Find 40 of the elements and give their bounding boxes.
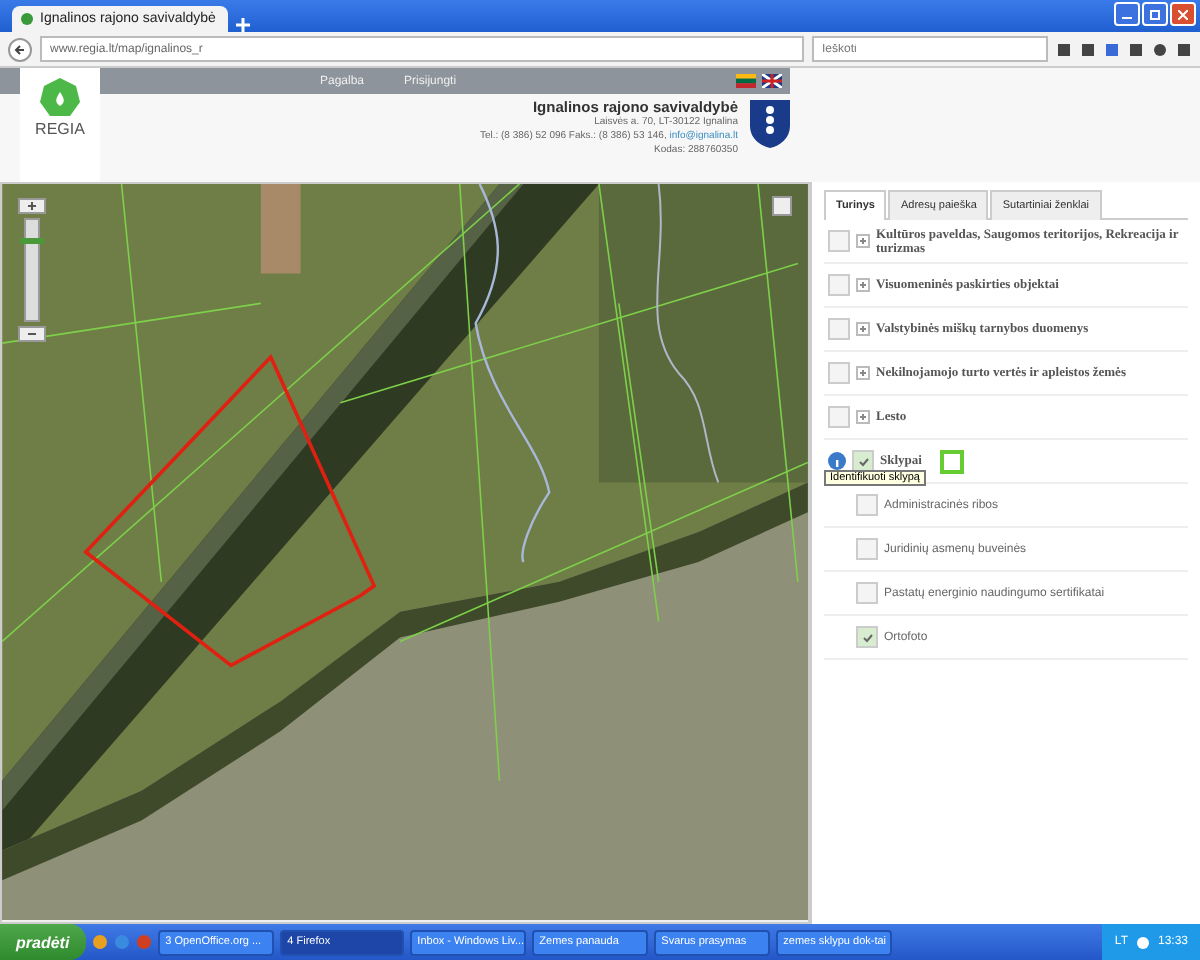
zoom-slider[interactable] [24,218,40,322]
restore-button[interactable] [1142,2,1168,26]
logo-icon [38,76,82,120]
expand-icon[interactable] [856,410,870,424]
restore-icon [1150,9,1160,19]
checkbox[interactable] [828,362,850,384]
zoom-out-button[interactable] [18,326,46,342]
checkbox[interactable] [828,230,850,252]
checkbox[interactable] [852,450,874,472]
checkmark-icon [857,455,869,467]
logo-text: REGIA [35,120,85,138]
zoom-in-button[interactable] [18,198,46,214]
minimize-button[interactable] [1114,2,1140,26]
checkbox[interactable] [828,274,850,296]
checkbox[interactable] [856,538,878,560]
checkbox[interactable] [828,406,850,428]
uk-flag-icon[interactable] [762,74,782,88]
minus-icon [28,330,36,338]
new-tab-icon[interactable] [236,18,250,32]
tray-icon[interactable] [1135,935,1150,949]
info-icon[interactable] [828,452,846,470]
expand-icon[interactable] [856,366,870,380]
checkbox[interactable] [856,582,878,604]
checkbox[interactable] [856,626,878,648]
checkbox[interactable] [828,318,850,340]
close-icon [1178,9,1188,19]
expand-icon[interactable] [856,278,870,292]
checkbox[interactable] [856,494,878,516]
plus-icon [28,202,36,210]
expand-icon[interactable] [856,322,870,336]
start-button[interactable]: pradėti [0,924,86,960]
checkmark-icon [861,631,873,643]
fullscreen-button[interactable] [772,196,792,216]
expand-icon[interactable] [856,234,870,248]
back-icon[interactable] [8,37,32,61]
lithuanian-flag-icon[interactable] [736,74,756,88]
close-button[interactable] [1170,2,1196,26]
globe-icon [20,12,34,26]
zoom-slider-thumb[interactable] [20,238,44,245]
coat-of-arms-icon [750,100,790,148]
